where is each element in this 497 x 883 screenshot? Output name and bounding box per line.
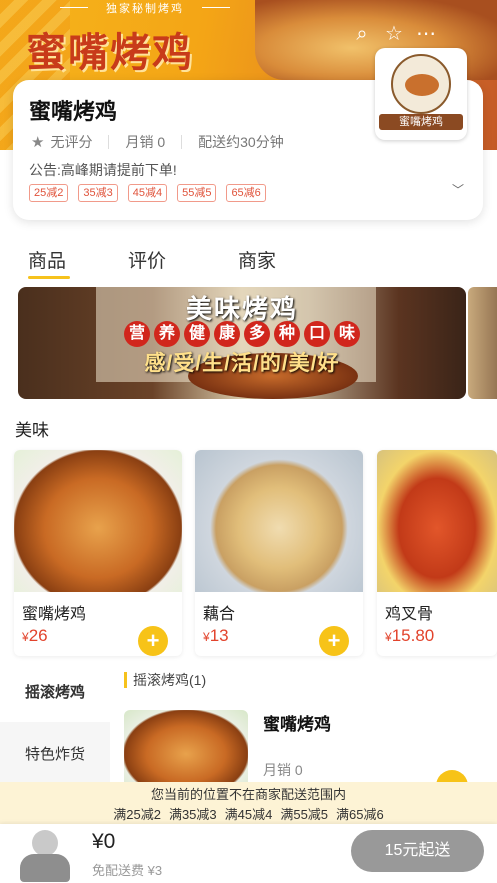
discount-tag: 55减5 [177,184,217,202]
category-item[interactable]: 特色炸货 [0,726,110,784]
next-banner-peek[interactable] [468,287,497,399]
add-to-cart-button[interactable]: + [138,626,168,656]
price-value: 13 [209,626,229,645]
tab-reviews[interactable]: 评价 [128,246,166,273]
logo-ribbon: 蜜嘴烤鸡 [379,114,463,130]
list-item-sales: 月销 0 [263,762,303,778]
product-card[interactable]: 藕合 ¥13 + [195,450,363,656]
divider [108,135,110,149]
hero-title: 蜜嘴烤鸡 [26,31,194,75]
category-item[interactable]: 摇滚烤鸡 [0,664,110,722]
star-icon: ★ [31,134,45,151]
shop-meta: ★ 无评分 月销 0 配送约30分钟 [31,132,284,152]
rating: ★ 无评分 [31,132,92,152]
add-to-cart-button[interactable]: + [319,626,349,656]
list-item-image[interactable] [124,710,248,790]
currency-symbol: ¥ [385,630,392,644]
price-value: 26 [28,626,48,645]
banner-pill: 口 [304,321,330,347]
banner-pills: 营 养 健 康 多 种 口 味 [18,321,466,347]
logo-emblem [391,54,451,114]
delivery-time: 配送约30分钟 [198,134,284,150]
discount-tag: 45减4 [127,184,168,202]
product-name: 藕合 [203,606,236,623]
product-image [195,450,363,592]
shop-notice: 公告:高峰期请提前下单! [29,162,177,178]
banner-slogan: 感/受/生/活/的/美/好 [144,352,340,375]
divider [181,135,183,149]
discount-tags: 25减2 35减3 45减4 55减5 65减6 [29,184,266,202]
banner-pill: 种 [274,321,300,347]
price-value: 15.80 [391,626,435,645]
tab-bar: 商品 评价 商家 [0,240,497,280]
tab-merchant[interactable]: 商家 [238,246,276,273]
cart-icon-head [32,830,58,856]
product-image [14,450,182,592]
product-price: ¥13 [203,626,229,646]
banner-pill: 营 [124,321,150,347]
banner-pill: 味 [334,321,360,347]
discount-item: 满35减3 [168,807,217,822]
rating-text: 无评分 [50,134,93,150]
list-header: 摇滚烤鸡(1) [124,671,206,689]
list-item-name[interactable]: 蜜嘴烤鸡 [263,710,331,735]
hero-subtitle: 独家秘制烤鸡 [60,0,230,15]
delivery-warning: 您当前的位置不在商家配送范围内 [150,787,346,802]
discount-item: 满25减2 [113,807,161,822]
discount-tag: 25减2 [29,184,69,202]
discount-tag: 65减6 [226,184,266,202]
banner-pill: 健 [184,321,210,347]
shop-name: 蜜嘴烤鸡 [29,99,118,124]
promo-banner[interactable]: 美味烤鸡 营 养 健 康 多 种 口 味 感/受/生/活/的/美/好 [18,287,466,399]
currency-symbol: ¥ [22,630,29,644]
delivery-notice-strip: 您当前的位置不在商家配送范围内 满25减2 满35减3 满45减4 满55减5 … [0,782,497,824]
cart-icon[interactable] [14,828,74,883]
discount-list: 满25减2 满35减3 满45减4 满55减5 满65减6 [0,804,497,823]
discount-tag: 35减3 [78,184,118,202]
tab-products[interactable]: 商品 [28,246,66,273]
discount-item: 满55减5 [280,807,329,822]
search-icon[interactable]: ⌕ [350,22,374,46]
product-card[interactable]: 鸡叉骨 ¥15.80 [377,450,497,656]
checkout-button[interactable]: 15元起送 [351,830,484,872]
product-image [377,450,497,592]
shop-logo: 蜜嘴烤鸡 [375,48,467,140]
cart-bar: ¥0 免配送费 ¥3 15元起送 [0,824,497,883]
chevron-down-icon[interactable]: ﹀ [450,182,466,198]
banner-pill: 多 [244,321,270,347]
product-price: ¥15.80 [385,626,434,646]
cart-icon-body [20,854,70,882]
star-icon[interactable]: ☆ [382,22,406,46]
product-name: 鸡叉骨 [385,606,434,623]
product-name: 蜜嘴烤鸡 [22,606,87,623]
cart-total: ¥0 [92,830,116,853]
monthly-sales: 月销 0 [125,134,166,150]
shop-info-card: 蜜嘴烤鸡 蜜嘴烤鸡 ★ 无评分 月销 0 配送约30分钟 公告:高峰期请提前下单… [13,48,483,220]
discount-item: 满45减4 [224,807,273,822]
delivery-fee: 免配送费 ¥3 [92,863,163,878]
more-icon[interactable]: ⋯ [414,22,438,46]
tab-indicator [28,276,70,279]
product-card[interactable]: 蜜嘴烤鸡 ¥26 + [14,450,182,656]
banner-pill: 康 [214,321,240,347]
discount-item: 满65减6 [336,807,384,822]
section-title: 美味 [15,421,49,440]
currency-symbol: ¥ [203,630,210,644]
banner-pill: 养 [154,321,180,347]
product-price: ¥26 [22,626,48,646]
